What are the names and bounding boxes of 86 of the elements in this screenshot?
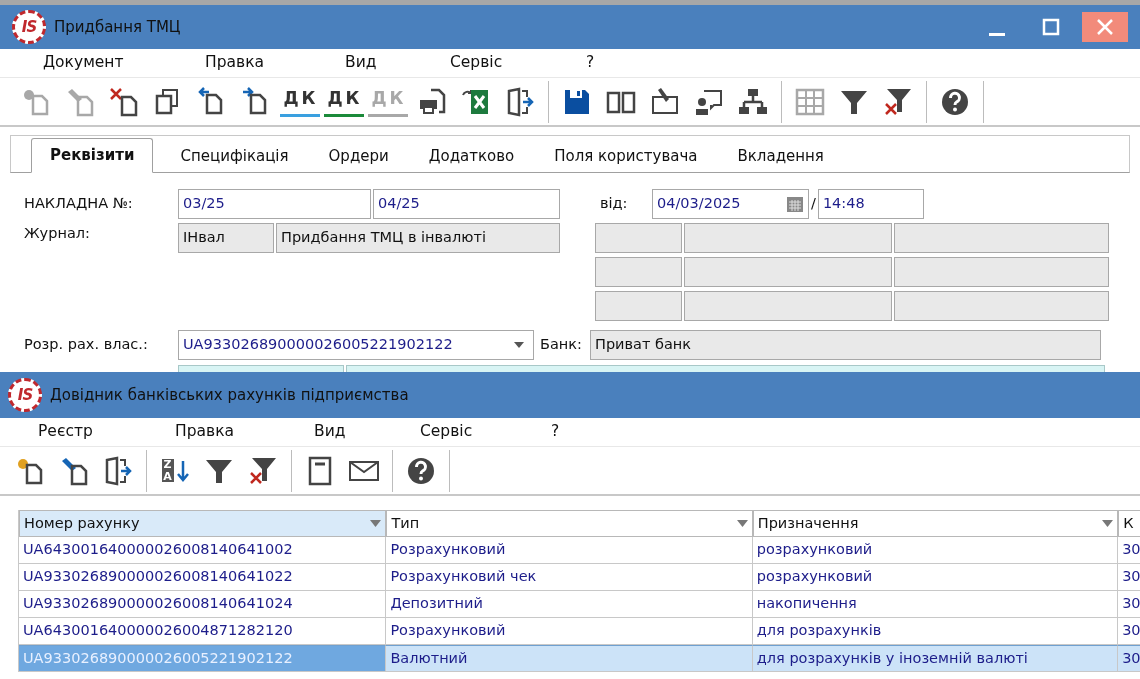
menu-item[interactable]: Документ	[43, 51, 205, 75]
separator-text: /	[811, 194, 816, 214]
input-field[interactable]: 14:48	[817, 189, 924, 219]
table-cell: накопичення	[752, 591, 1119, 618]
sort-button[interactable]: ZA	[153, 450, 197, 491]
input-field[interactable]	[595, 257, 682, 287]
menu-item[interactable]: Сервіс	[450, 51, 586, 75]
column-header[interactable]: Призначення	[752, 510, 1119, 537]
column-header[interactable]: Тип	[386, 510, 753, 537]
logo: IS	[12, 10, 46, 44]
minimize-icon	[989, 32, 1005, 36]
tab[interactable]: Реквізити	[31, 138, 154, 173]
table-cell: UA933026890000026008140641024	[19, 591, 387, 618]
tab[interactable]: Специфікація	[167, 140, 302, 172]
close-icon	[1095, 17, 1115, 37]
tab[interactable]: Вкладення	[724, 140, 837, 172]
table-cell: 30	[1118, 645, 1140, 672]
down-arrow-icon	[176, 458, 189, 483]
field-label: Розр. рах. влас.:	[24, 335, 149, 355]
field-label: Журнал:	[24, 224, 91, 243]
caret-icon	[736, 520, 748, 527]
input-field[interactable]	[684, 223, 892, 253]
table-icon	[795, 86, 825, 117]
table-cell: для розрахунків у іноземній валюті	[752, 645, 1119, 672]
debit-credit-button[interactable]: ДК	[324, 86, 364, 117]
table-cell: 30	[1118, 564, 1140, 591]
help-icon	[406, 455, 436, 486]
input-field[interactable]	[894, 223, 1109, 253]
table-cell: UA933026890000026005221902122	[19, 645, 387, 672]
menu-item[interactable]: Реєстр	[38, 420, 175, 444]
table-cell: UA643001640000026008140641002	[19, 537, 387, 564]
pencil-book-icon	[650, 86, 680, 117]
table-cell: розрахунковий	[752, 564, 1119, 591]
clear-filter-icon	[883, 86, 913, 117]
input-field[interactable]: 04/25	[373, 189, 560, 219]
menu-item[interactable]: Вид	[345, 51, 450, 75]
input-field[interactable]	[684, 257, 892, 287]
table-cell: Розрахунковий	[386, 537, 753, 564]
menu-item[interactable]: Правка	[175, 420, 314, 444]
menu-item[interactable]: ?	[586, 51, 626, 75]
caret-icon	[1102, 520, 1114, 527]
exit-icon	[505, 86, 535, 117]
maximize-icon	[1041, 17, 1061, 37]
window-title: Придбання ТМЦ	[54, 16, 181, 38]
logo: IS	[8, 378, 42, 412]
window-title: Довідник банківських рахунків підприємства	[50, 384, 409, 406]
field-label: Банк:	[539, 335, 583, 355]
help-icon	[940, 86, 970, 117]
debit-credit-button[interactable]: ДК	[280, 86, 320, 117]
menu-item[interactable]: Сервіс	[420, 420, 551, 444]
input-field[interactable]: 04/03/2025	[652, 189, 809, 219]
input-field[interactable]	[595, 291, 682, 321]
menu-item[interactable]: Вид	[314, 420, 420, 444]
table-cell: розрахунковий	[752, 537, 1119, 564]
tab[interactable]: Додатково	[415, 140, 528, 172]
calendar-icon	[786, 195, 804, 213]
input-field[interactable]	[894, 257, 1109, 287]
printer-icon	[417, 86, 447, 117]
delete-document-icon	[109, 86, 139, 117]
column-header[interactable]: Номер рахунку	[19, 510, 387, 537]
table-cell: Депозитний	[386, 591, 753, 618]
menu-item[interactable]: ?	[551, 420, 591, 444]
table-cell: Розрахунковий чек	[386, 564, 753, 591]
account-dropdown[interactable]: UA933026890000026005221902122	[178, 330, 534, 360]
caret-icon	[370, 520, 382, 527]
table-cell: Валютний	[386, 645, 753, 672]
input-field[interactable]	[595, 223, 682, 253]
input-field[interactable]	[684, 291, 892, 321]
menu-item[interactable]: Правка	[205, 51, 345, 75]
input-field[interactable]: 03/25	[178, 189, 371, 219]
caret-icon	[513, 341, 525, 349]
table-cell: 30	[1118, 591, 1140, 618]
table-cell: 30	[1118, 537, 1140, 564]
tab[interactable]: Поля користувача	[541, 140, 711, 172]
clear-filter-icon	[248, 455, 278, 486]
field-label: НАКЛАДНА №:	[24, 194, 134, 214]
field-label: від:	[600, 194, 629, 214]
hierarchy-icon	[738, 86, 768, 117]
exit-icon	[103, 455, 133, 486]
input-field[interactable]: Приват банк	[590, 330, 1101, 360]
input-field[interactable]: ІНвал	[178, 223, 274, 253]
column-header[interactable]: К	[1118, 510, 1140, 537]
tab[interactable]: Ордери	[315, 140, 402, 172]
table-cell: UA933026890000026008140641022	[19, 564, 387, 591]
input-field[interactable]: Придбання ТМЦ в інвалюті	[276, 223, 560, 253]
input-field[interactable]	[894, 291, 1109, 321]
